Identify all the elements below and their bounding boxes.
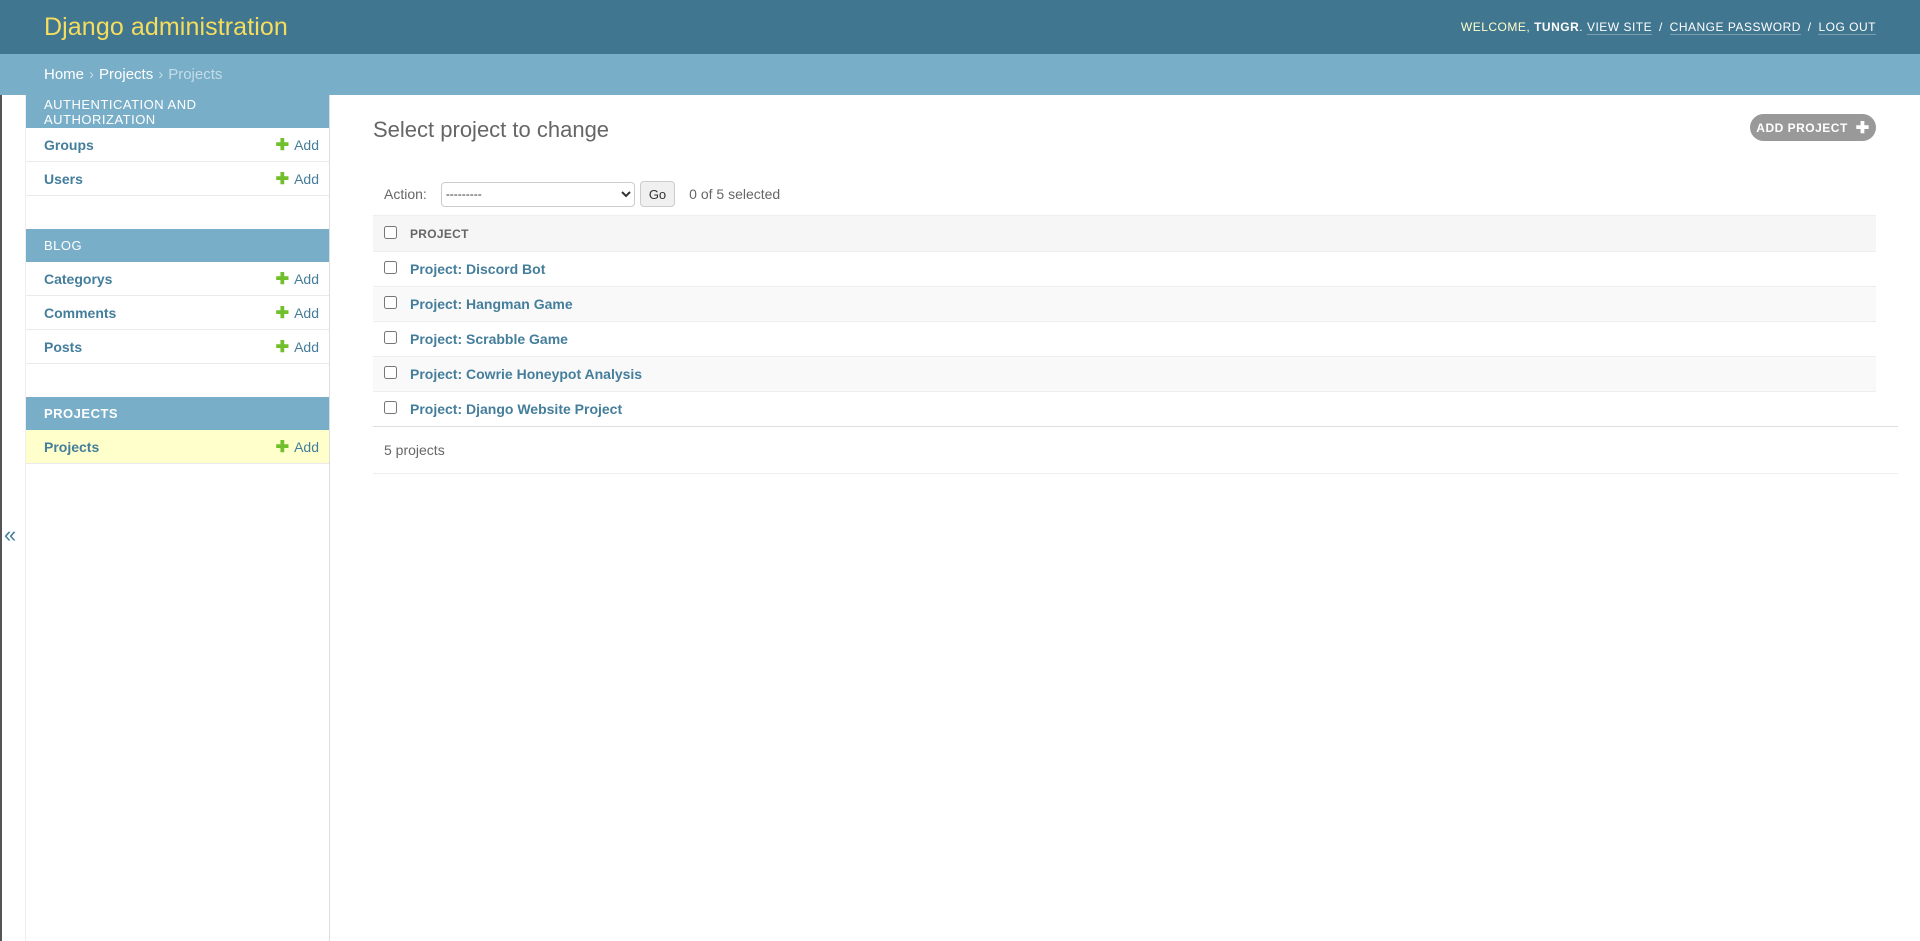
breadcrumb: Home › Projects › Projects (0, 54, 1920, 95)
sidebar-item-users: Users ✚ Add (26, 162, 329, 196)
module-caption-blog[interactable]: Blog (26, 229, 329, 262)
add-comments-button[interactable]: ✚ Add (276, 303, 319, 323)
plus-icon: ✚ (1855, 119, 1870, 137)
action-counter: 0 of 5 selected (689, 186, 781, 202)
plus-icon: ✚ (275, 304, 290, 322)
module-blog: Blog Categorys ✚ Add Comments ✚ Add Posts … (26, 229, 329, 364)
actions-bar: Action: --------- Go 0 of 5 selected (373, 178, 1876, 210)
plus-icon: ✚ (275, 338, 290, 356)
page-title: Select project to change (373, 117, 610, 142)
module-projects: Projects Projects ✚ Add (26, 397, 329, 464)
column-header-project[interactable]: Project (409, 215, 1876, 252)
result-table: Project Project: Discord Bot Project: Ha… (373, 215, 1876, 427)
plus-icon: ✚ (275, 270, 290, 288)
select-all-checkbox[interactable] (384, 225, 397, 239)
table-row: Project: Cowrie Honeypot Analysis (373, 356, 1876, 392)
site-name[interactable]: Django administration (44, 13, 288, 42)
module-caption-projects[interactable]: Projects (26, 397, 329, 430)
plus-icon: ✚ (275, 136, 290, 154)
module-auth: Authentication and Authorization Groups … (26, 95, 329, 196)
breadcrumb-current: Projects (168, 66, 223, 83)
row-link[interactable]: Project: Hangman Game (410, 296, 573, 312)
sidebar-item-comments: Comments ✚ Add (26, 296, 329, 330)
username: TUNGR (1534, 20, 1580, 34)
add-categorys-button[interactable]: ✚ Add (276, 269, 319, 289)
change-password-link[interactable]: Change password (1669, 20, 1801, 35)
plus-icon: ✚ (275, 438, 290, 456)
add-posts-button[interactable]: ✚ Add (276, 337, 319, 357)
add-project-button[interactable]: Add project ✚ (1750, 114, 1876, 141)
go-button[interactable]: Go (639, 181, 676, 207)
sidebar-item-posts: Posts ✚ Add (26, 330, 329, 364)
add-projects-button[interactable]: ✚ Add (276, 437, 319, 457)
table-row: Project: Hangman Game (373, 286, 1876, 322)
row-checkbox[interactable] (384, 331, 397, 344)
sidebar-item-groups-link[interactable]: Groups (44, 137, 94, 153)
row-link[interactable]: Project: Django Website Project (410, 401, 622, 417)
header: Django administration Welcome, TUNGR. Vi… (0, 0, 1920, 54)
user-tools: Welcome, TUNGR. View site / Change passw… (1460, 20, 1876, 35)
table-header-row: Project (373, 215, 1876, 252)
sidebar-edge (0, 95, 2, 941)
sidebar-item-groups: Groups ✚ Add (26, 128, 329, 162)
sidebar-item-categorys: Categorys ✚ Add (26, 262, 329, 296)
table-row: Project: Scrabble Game (373, 321, 1876, 357)
module-caption-auth[interactable]: Authentication and Authorization (26, 95, 329, 128)
paginator: 5 projects (373, 426, 1898, 474)
row-link[interactable]: Project: Discord Bot (410, 261, 545, 277)
breadcrumb-home[interactable]: Home (44, 66, 84, 83)
sidebar-item-comments-link[interactable]: Comments (44, 305, 116, 321)
sidebar-item-categorys-link[interactable]: Categorys (44, 271, 112, 287)
nav-sidebar: Authentication and Authorization Groups … (25, 95, 330, 941)
row-checkbox[interactable] (384, 296, 397, 309)
breadcrumb-app[interactable]: Projects (99, 66, 153, 83)
row-checkbox[interactable] (384, 261, 397, 274)
row-checkbox[interactable] (384, 366, 397, 379)
collapse-sidebar-icon[interactable]: « (4, 520, 24, 550)
row-checkbox[interactable] (384, 401, 397, 414)
welcome-text: Welcome, (1460, 20, 1531, 34)
row-link[interactable]: Project: Cowrie Honeypot Analysis (410, 366, 642, 382)
table-row: Project: Django Website Project (373, 391, 1876, 427)
plus-icon: ✚ (275, 170, 290, 188)
sidebar-item-projects: Projects ✚ Add (26, 430, 329, 464)
action-label: Action: (384, 186, 427, 202)
sidebar-item-users-link[interactable]: Users (44, 171, 83, 187)
add-users-button[interactable]: ✚ Add (276, 169, 319, 189)
log-out-link[interactable]: Log out (1818, 20, 1876, 35)
action-select[interactable]: --------- (440, 181, 635, 207)
sidebar-item-posts-link[interactable]: Posts (44, 339, 82, 355)
add-groups-button[interactable]: ✚ Add (276, 135, 319, 155)
view-site-link[interactable]: View site (1586, 20, 1653, 35)
row-link[interactable]: Project: Scrabble Game (410, 331, 568, 347)
table-row: Project: Discord Bot (373, 251, 1876, 287)
sidebar-item-projects-link[interactable]: Projects (44, 439, 99, 455)
